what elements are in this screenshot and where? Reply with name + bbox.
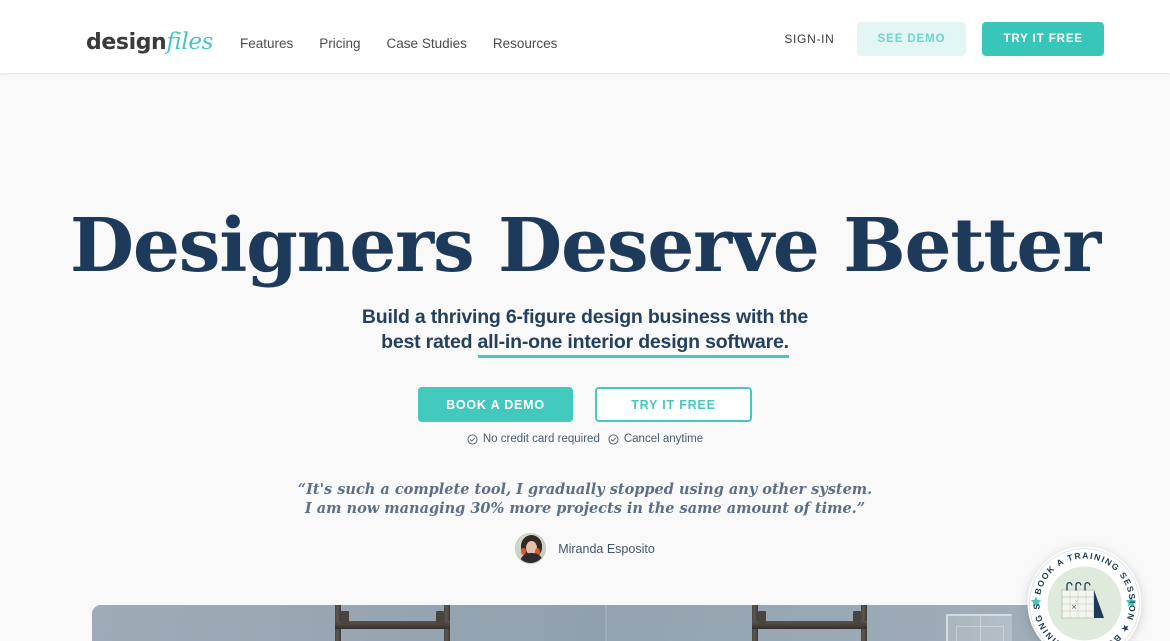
nav-item-case-studies[interactable]: Case Studies [387,36,467,52]
hero-room-image [92,605,1078,641]
try-it-free-header-button[interactable]: TRY IT FREE [982,22,1104,56]
site-logo[interactable]: designfiles [86,29,213,56]
try-it-free-hero-button[interactable]: TRY IT FREE [595,387,752,422]
assurance-label-1: No credit card required [482,433,600,445]
quote-line-2: I am now managing 30% more projects in t… [304,500,866,517]
see-demo-button[interactable]: SEE DEMO [856,22,967,56]
wall-corner [604,605,607,641]
book-a-training-session-badge[interactable]: × BOOK A TRAINING SESSION ★ BOOK A TRAIN… [1026,545,1143,641]
testimonial-quote: “It's such a complete tool, I gradually … [0,480,1170,518]
shelving-unit-right [752,605,867,641]
check-circle-icon [608,433,619,445]
main-navigation: Features Pricing Case Studies Resources [240,36,557,52]
subheading-line-2-prefix: best rated [381,331,478,353]
quote-line-1: “It's such a complete tool, I gradually … [297,481,873,498]
testimonial-attribution: Miranda Esposito [0,533,1170,564]
page-title: Designers Deserve Better [69,203,1101,289]
logo-text-files: files [166,29,213,55]
nav-item-resources[interactable]: Resources [493,36,558,52]
site-header: designfiles Features Pricing Case Studie… [0,0,1170,73]
check-circle-icon [467,433,478,445]
logo-text-design: design [86,30,167,55]
svg-text:×: × [1071,603,1077,611]
assurance-row: No credit card required Cancel anytime [0,433,1170,445]
hero-cta-row: BOOK A DEMO TRY IT FREE [0,387,1170,422]
nav-item-features[interactable]: Features [240,36,293,52]
assurance-label-2: Cancel anytime [623,433,704,445]
subheading-underlined-phrase: all-in-one interior design software. [477,331,789,358]
testimonial-author-name: Miranda Esposito [558,541,655,556]
subheading-line-1: Build a thriving 6-figure design busines… [361,306,809,328]
hero-subheading: Build a thriving 6-figure design busines… [0,305,1170,358]
door [946,614,1012,641]
header-actions: SIGN-IN SEE DEMO TRY IT FREE [784,22,1104,56]
sign-in-link[interactable]: SIGN-IN [784,32,840,46]
nav-item-pricing[interactable]: Pricing [319,36,360,52]
shelving-unit-left [335,605,450,641]
assurance-no-credit-card: No credit card required [467,433,600,445]
assurance-cancel-anytime: Cancel anytime [608,433,703,445]
book-a-demo-button[interactable]: BOOK A DEMO [418,387,573,422]
landing-page: designfiles Features Pricing Case Studie… [0,0,1170,641]
avatar [515,533,547,564]
hero-section: Designers Deserve Better Build a thrivin… [0,73,1170,641]
